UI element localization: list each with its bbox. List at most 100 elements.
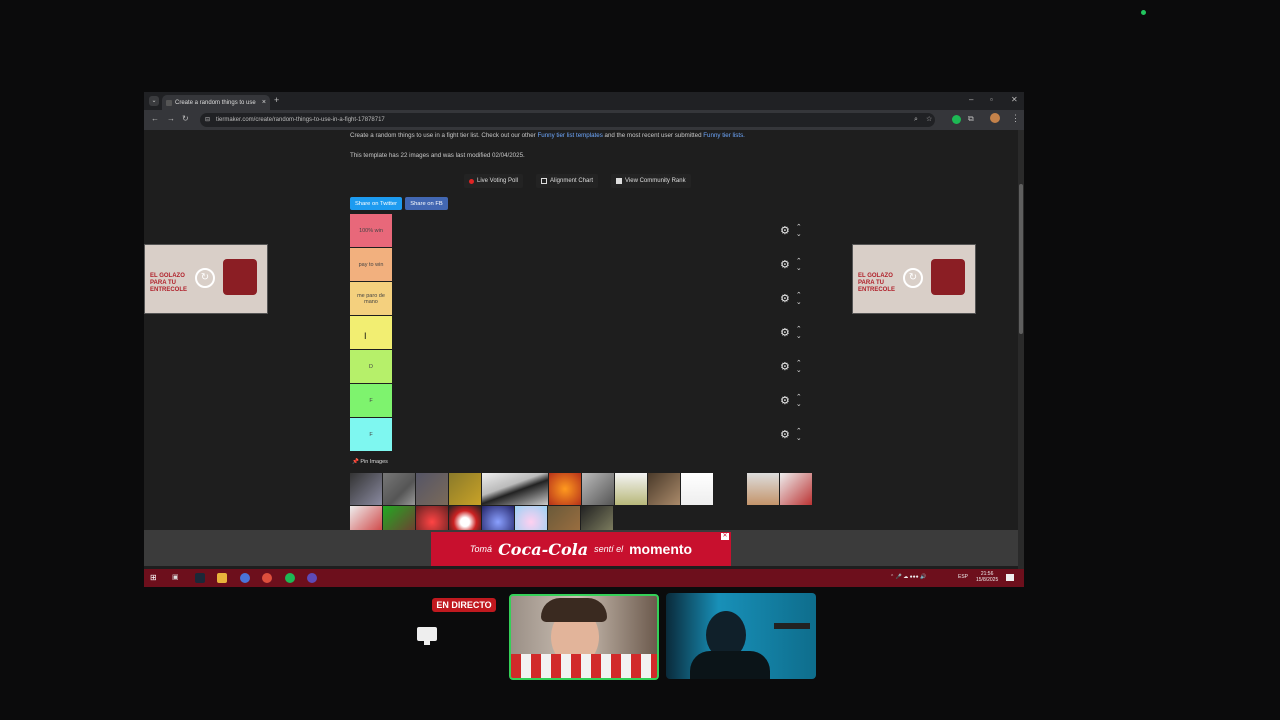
pin-icon: 📌 bbox=[352, 459, 359, 465]
move-up-icon[interactable]: ⌃ bbox=[796, 360, 802, 367]
tier-label-1[interactable]: pay to win bbox=[350, 248, 392, 281]
community-rank-button[interactable]: View Community Rank bbox=[611, 174, 691, 188]
item-image[interactable] bbox=[714, 473, 746, 505]
task-view-icon[interactable]: ▣ bbox=[172, 573, 182, 583]
tier-controls[interactable]: ⚙ ⌃ ⌄ bbox=[780, 282, 814, 315]
item-image[interactable] bbox=[549, 473, 581, 505]
gear-icon[interactable]: ⚙ bbox=[780, 394, 790, 407]
gear-icon[interactable]: ⚙ bbox=[780, 224, 790, 237]
share-twitter-button[interactable]: Share on Twitter bbox=[350, 197, 402, 210]
browser-tab[interactable]: Create a random things to use × bbox=[162, 95, 270, 110]
text-cursor-icon: I bbox=[364, 331, 367, 341]
window-close-icon[interactable]: ✕ bbox=[1011, 95, 1018, 104]
move-up-icon[interactable]: ⌃ bbox=[796, 428, 802, 435]
site-info-icon[interactable]: ⊟ bbox=[205, 113, 210, 127]
gear-icon[interactable]: ⚙ bbox=[780, 292, 790, 305]
steam-icon[interactable] bbox=[195, 573, 205, 583]
extension-icon[interactable] bbox=[952, 115, 961, 124]
gear-icon[interactable]: ⚙ bbox=[780, 326, 790, 339]
ad-close-icon[interactable]: ✕ bbox=[721, 533, 729, 540]
tier-label-3[interactable] bbox=[350, 316, 392, 349]
language-indicator[interactable]: ESP bbox=[958, 574, 968, 580]
item-image[interactable] bbox=[615, 473, 647, 505]
item-image[interactable] bbox=[416, 473, 448, 505]
item-image[interactable] bbox=[648, 473, 680, 505]
maximize-icon[interactable]: ▫ bbox=[990, 95, 993, 104]
zoom-icon[interactable]: ⌕ bbox=[914, 113, 918, 127]
forward-icon[interactable]: → bbox=[167, 114, 175, 123]
replay-icon[interactable]: ↻ bbox=[903, 268, 923, 288]
tier-label-2[interactable]: me paro de mano bbox=[350, 282, 392, 315]
ad-mid-text: sentí el bbox=[594, 544, 624, 554]
tab-close-icon[interactable]: × bbox=[262, 99, 266, 106]
minimize-icon[interactable]: – bbox=[969, 95, 973, 104]
move-up-icon[interactable]: ⌃ bbox=[796, 224, 802, 231]
move-up-icon[interactable]: ⌃ bbox=[796, 292, 802, 299]
pin-images-toggle[interactable]: 📌 Pin Images bbox=[352, 459, 388, 465]
tier-controls[interactable]: ⚙ ⌃ ⌄ bbox=[780, 384, 814, 417]
browser-window: ⌄ Create a random things to use × + – ▫ … bbox=[144, 92, 1024, 582]
move-up-icon[interactable]: ⌃ bbox=[796, 258, 802, 265]
chrome-icon[interactable] bbox=[262, 573, 272, 583]
tier-controls[interactable]: ⚙ ⌃ ⌄ bbox=[780, 316, 814, 349]
item-image[interactable] bbox=[582, 473, 614, 505]
move-down-icon[interactable]: ⌄ bbox=[796, 435, 802, 442]
move-down-icon[interactable]: ⌄ bbox=[796, 401, 802, 408]
move-down-icon[interactable]: ⌄ bbox=[796, 367, 802, 374]
move-up-icon[interactable]: ⌃ bbox=[796, 326, 802, 333]
share-fb-button[interactable]: Share on FB bbox=[405, 197, 448, 210]
pin-images-label: Pin Images bbox=[360, 459, 388, 465]
live-poll-button[interactable]: Live Voting Poll bbox=[464, 174, 524, 188]
item-image[interactable] bbox=[383, 473, 415, 505]
ad-pre-text: Tomá bbox=[469, 544, 493, 554]
tier-controls[interactable]: ⚙ ⌃ ⌄ bbox=[780, 248, 814, 281]
tier-label-0[interactable]: 100% win bbox=[350, 214, 392, 247]
item-image[interactable] bbox=[482, 473, 548, 505]
move-down-icon[interactable]: ⌄ bbox=[796, 265, 802, 272]
side-ad-right[interactable]: EL GOLAZO PARA TU ENTRECOLE ↻ bbox=[852, 244, 976, 314]
tab-search-icon[interactable]: ⌄ bbox=[149, 96, 159, 106]
tier-label-6[interactable]: F bbox=[350, 418, 392, 451]
item-image[interactable] bbox=[350, 473, 382, 505]
spotify-icon[interactable] bbox=[285, 573, 295, 583]
funny-templates-link[interactable]: Funny tier list templates bbox=[537, 132, 602, 139]
coca-cola-banner-ad[interactable]: Tomá Coca-Cola sentí el momento ✕ bbox=[431, 532, 731, 566]
new-tab-button[interactable]: + bbox=[274, 95, 279, 105]
bookmark-star-icon[interactable]: ☆ bbox=[926, 113, 932, 127]
rank-icon bbox=[616, 178, 622, 184]
gear-icon[interactable]: ⚙ bbox=[780, 258, 790, 271]
back-icon[interactable]: ← bbox=[151, 114, 159, 123]
tier-controls[interactable]: ⚙ ⌃ ⌄ bbox=[780, 418, 814, 451]
tier-controls[interactable]: ⚙ ⌃ ⌄ bbox=[780, 214, 814, 247]
move-up-icon[interactable]: ⌃ bbox=[796, 394, 802, 401]
item-image[interactable] bbox=[681, 473, 713, 505]
notifications-icon[interactable] bbox=[1006, 574, 1014, 581]
discord-icon[interactable] bbox=[240, 573, 250, 583]
obs-icon[interactable] bbox=[307, 573, 317, 583]
reload-icon[interactable]: ↻ bbox=[182, 114, 189, 123]
move-down-icon[interactable]: ⌄ bbox=[796, 231, 802, 238]
extensions-icon[interactable]: ⧉ bbox=[968, 114, 974, 124]
item-image[interactable] bbox=[780, 473, 812, 505]
side-ad-left[interactable]: EL GOLAZO PARA TU ENTRECOLE ↻ bbox=[144, 244, 268, 314]
move-down-icon[interactable]: ⌄ bbox=[796, 299, 802, 306]
item-image[interactable] bbox=[747, 473, 779, 505]
windows-start-icon[interactable]: ⊞ bbox=[150, 573, 160, 583]
tier-label-4[interactable]: D bbox=[350, 350, 392, 383]
clock[interactable]: 21:56 15/8/2025 bbox=[976, 571, 998, 583]
move-down-icon[interactable]: ⌄ bbox=[796, 333, 802, 340]
item-image[interactable] bbox=[449, 473, 481, 505]
funny-tierlists-link[interactable]: Funny tier lists. bbox=[703, 132, 745, 139]
file-explorer-icon[interactable] bbox=[217, 573, 227, 583]
replay-icon[interactable]: ↻ bbox=[195, 268, 215, 288]
gear-icon[interactable]: ⚙ bbox=[780, 360, 790, 373]
scrollbar-thumb[interactable] bbox=[1019, 184, 1023, 334]
address-bar[interactable]: ⊟ tiermaker.com/create/random-things-to-… bbox=[200, 113, 935, 127]
tier-controls[interactable]: ⚙ ⌃ ⌄ bbox=[780, 350, 814, 383]
avatar[interactable] bbox=[990, 113, 1000, 123]
alignment-chart-button[interactable]: Alignment Chart bbox=[536, 174, 599, 188]
tray-icons[interactable]: ⌃ 🎤 ☁ ●●● 🔊 bbox=[890, 574, 926, 580]
menu-icon[interactable]: ⋮ bbox=[1011, 113, 1020, 124]
tier-label-5[interactable]: F bbox=[350, 384, 392, 417]
gear-icon[interactable]: ⚙ bbox=[780, 428, 790, 441]
